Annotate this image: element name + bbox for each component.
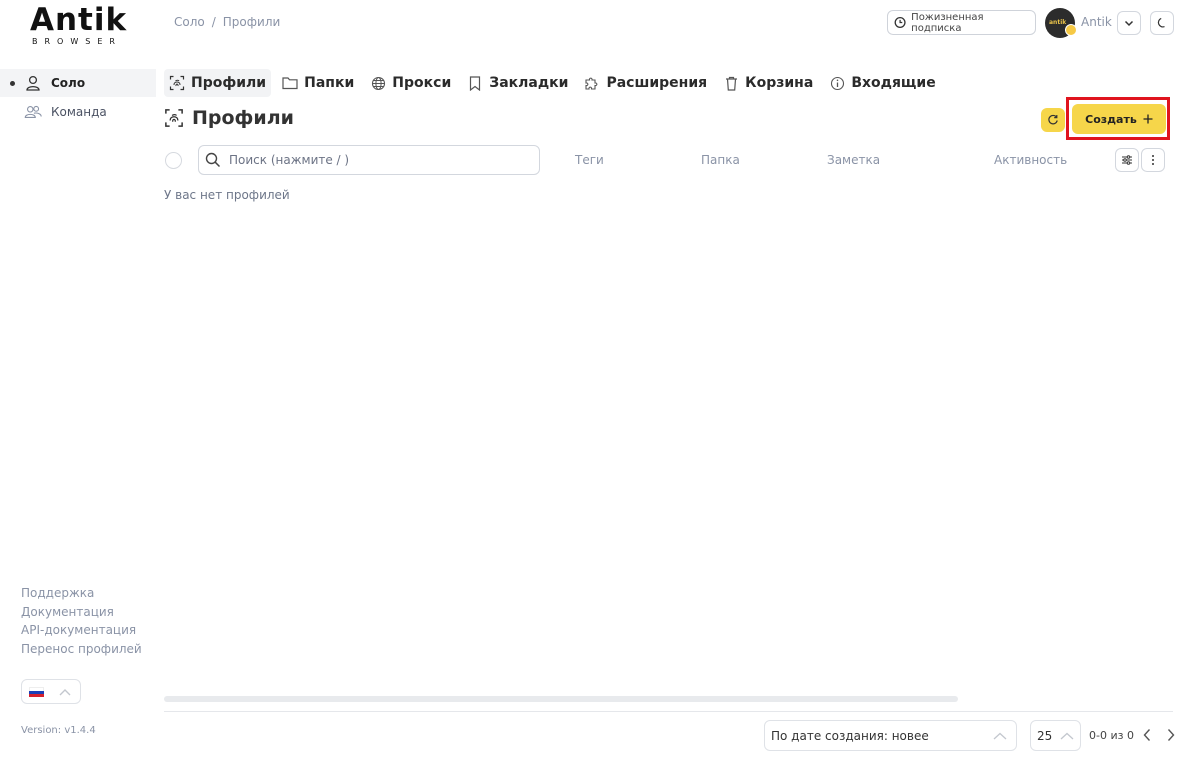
moon-icon bbox=[1157, 17, 1165, 28]
page-heading: Профили bbox=[164, 107, 294, 129]
prev-page-button[interactable] bbox=[1139, 726, 1155, 744]
api-docs-link[interactable]: API-документация bbox=[21, 623, 142, 639]
sort-value: По дате создания: новее bbox=[771, 728, 929, 743]
plus-icon bbox=[1143, 114, 1153, 124]
globe-icon bbox=[370, 75, 386, 91]
chevron-up-icon bbox=[993, 732, 1007, 739]
active-dot bbox=[10, 80, 15, 86]
create-label: Создать bbox=[1085, 112, 1137, 126]
column-note[interactable]: Заметка bbox=[827, 153, 880, 167]
main-tabs: Профили Папки Прокси Закладки Расширения… bbox=[164, 69, 947, 97]
fingerprint-icon bbox=[165, 109, 183, 127]
bookmark-icon bbox=[467, 75, 483, 91]
subscription-label: Пожизненная подписка bbox=[911, 11, 984, 34]
search-box[interactable] bbox=[198, 145, 540, 175]
puzzle-icon bbox=[584, 75, 600, 91]
tab-folders[interactable]: Папки bbox=[277, 69, 359, 97]
ru-flag-icon bbox=[29, 686, 44, 697]
next-page-button[interactable] bbox=[1163, 726, 1179, 744]
app-version: Version: v1.4.4 bbox=[21, 725, 96, 736]
app-window: Antik BROWSER Соло / Профили Пожизненная… bbox=[0, 0, 1190, 768]
profile-transfer-link[interactable]: Перенос профилей bbox=[21, 642, 142, 658]
empty-state-text: У вас нет профилей bbox=[164, 188, 290, 202]
column-folder[interactable]: Папка bbox=[701, 153, 740, 167]
tab-label: Корзина bbox=[745, 75, 814, 91]
breadcrumb-separator: / bbox=[211, 15, 216, 29]
users-icon bbox=[23, 102, 43, 122]
tab-label: Закладки bbox=[489, 75, 569, 91]
clock-icon bbox=[894, 16, 906, 29]
chevron-up-icon bbox=[59, 688, 71, 695]
user-icon bbox=[23, 73, 43, 93]
antik-logo[interactable]: Antik BROWSER bbox=[30, 4, 126, 48]
tab-profiles[interactable]: Профили bbox=[164, 69, 272, 97]
page-title: Профили bbox=[192, 107, 294, 129]
refresh-button[interactable] bbox=[1041, 108, 1065, 132]
more-options-button[interactable] bbox=[1141, 148, 1165, 172]
breadcrumb-current: Профили bbox=[222, 15, 281, 29]
breadcrumb: Соло / Профили bbox=[174, 15, 280, 29]
search-icon bbox=[205, 152, 221, 168]
column-tags[interactable]: Теги bbox=[575, 153, 604, 167]
chevron-up-icon bbox=[1060, 732, 1074, 739]
info-icon bbox=[829, 75, 845, 91]
tab-trash[interactable]: Корзина bbox=[718, 69, 818, 97]
tab-label: Папки bbox=[304, 75, 355, 91]
tab-bookmarks[interactable]: Закладки bbox=[462, 69, 573, 97]
sidebar-item-solo[interactable]: Соло bbox=[0, 69, 156, 97]
logo-subtext: BROWSER bbox=[32, 37, 122, 46]
chevron-right-icon bbox=[1167, 729, 1175, 741]
tab-label: Прокси bbox=[392, 75, 452, 91]
support-link[interactable]: Поддержка bbox=[21, 586, 142, 602]
avatar-badge bbox=[1065, 24, 1077, 36]
sliders-icon bbox=[1122, 155, 1132, 165]
more-vertical-icon bbox=[1152, 155, 1154, 165]
tab-proxy[interactable]: Прокси bbox=[365, 69, 456, 97]
trash-icon bbox=[723, 75, 739, 91]
column-activity[interactable]: Активность bbox=[994, 153, 1067, 167]
sidebar-links: Поддержка Документация API-документация … bbox=[21, 586, 142, 657]
chevron-down-icon bbox=[1124, 20, 1134, 27]
sidebar-item-label: Команда bbox=[51, 105, 107, 119]
logo-text: Antik bbox=[30, 2, 128, 38]
select-all-checkbox[interactable] bbox=[165, 152, 182, 169]
user-name[interactable]: Antik bbox=[1081, 15, 1112, 29]
search-input[interactable] bbox=[229, 153, 519, 167]
fingerprint-icon bbox=[169, 75, 185, 91]
per-page-select[interactable]: 25 bbox=[1030, 720, 1081, 751]
user-menu-button[interactable] bbox=[1117, 11, 1141, 35]
docs-link[interactable]: Документация bbox=[21, 605, 142, 621]
filter-settings-button[interactable] bbox=[1115, 148, 1139, 172]
sidebar-item-team[interactable]: Команда bbox=[0, 98, 156, 126]
sidebar-item-label: Соло bbox=[51, 76, 86, 90]
horizontal-scrollbar[interactable] bbox=[164, 696, 958, 702]
create-profile-button[interactable]: Создать bbox=[1072, 104, 1166, 134]
folder-icon bbox=[282, 75, 298, 91]
per-page-value: 25 bbox=[1037, 728, 1053, 743]
pagination-range: 0-0 из 0 bbox=[1089, 729, 1134, 742]
refresh-icon bbox=[1048, 114, 1058, 125]
tab-label: Профили bbox=[191, 75, 267, 91]
tab-inbox[interactable]: Входящие bbox=[824, 69, 940, 97]
tab-extensions[interactable]: Расширения bbox=[579, 69, 712, 97]
tab-label: Входящие bbox=[851, 75, 936, 91]
language-select[interactable] bbox=[21, 679, 81, 704]
sort-select[interactable]: По дате создания: новее bbox=[764, 720, 1017, 751]
subscription-badge[interactable]: Пожизненная подписка bbox=[887, 10, 1036, 35]
chevron-left-icon bbox=[1143, 729, 1151, 741]
tab-label: Расширения bbox=[606, 75, 708, 91]
breadcrumb-root[interactable]: Соло bbox=[174, 15, 205, 29]
avatar-text: antik bbox=[1049, 19, 1067, 26]
footer-divider bbox=[164, 711, 1173, 712]
theme-toggle-button[interactable] bbox=[1150, 11, 1174, 35]
